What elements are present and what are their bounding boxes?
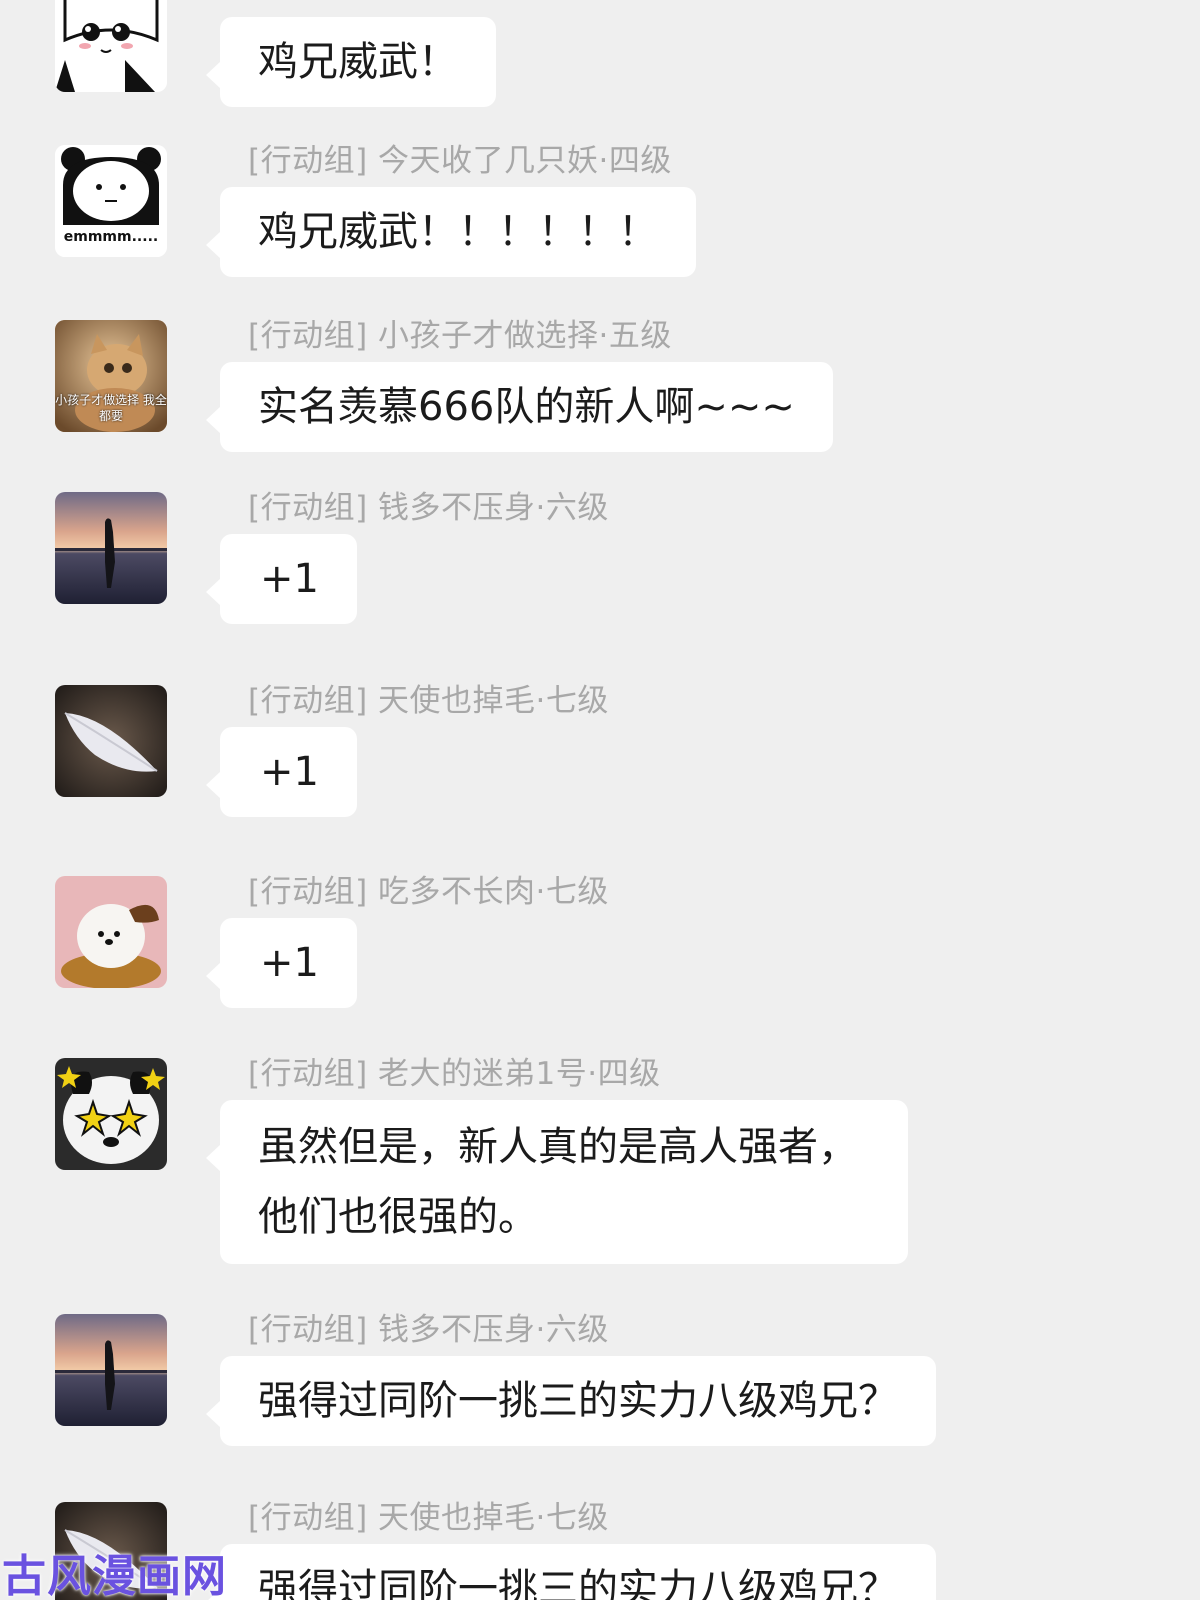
message-text: 鸡兄威武！！！！！！ xyxy=(258,209,658,255)
avatar[interactable] xyxy=(55,492,167,604)
sender-name: [行动组] 小孩子才做选择·五级 xyxy=(248,318,672,354)
avatar[interactable] xyxy=(55,876,167,988)
panda-stars-icon xyxy=(55,1058,167,1170)
avatar[interactable] xyxy=(55,0,167,92)
avatar-caption: 小孩子才做选择 我全都要 xyxy=(55,393,167,423)
feather-icon xyxy=(55,685,167,797)
message-bubble[interactable]: +1 xyxy=(206,918,357,1008)
message-text: 强得过同阶一挑三的实力八级鸡兄？ xyxy=(258,1378,898,1424)
avatar-caption: emmmm..... xyxy=(63,229,159,245)
message-text: 强得过同阶一挑三的实力八级鸡兄？ xyxy=(258,1566,898,1600)
message-bubble[interactable]: 鸡兄威武！！！！！！ xyxy=(206,187,696,277)
avatar[interactable]: emmmm..... xyxy=(55,145,167,257)
message-bubble[interactable]: 强得过同阶一挑三的实力八级鸡兄？ xyxy=(206,1356,936,1446)
sunset-silhouette-icon xyxy=(55,492,167,604)
sender-name: [行动组] 钱多不压身·六级 xyxy=(248,1312,609,1348)
sender-name: [行动组] 吃多不长肉·七级 xyxy=(248,874,609,910)
sender-name: [行动组] 钱多不压身·六级 xyxy=(248,490,609,526)
message-bubble[interactable]: 实名羡慕666队的新人啊~~~ xyxy=(206,362,833,452)
message-bubble[interactable]: 虽然但是，新人真的是高人强者， 他们也很强的。 xyxy=(206,1100,908,1264)
avatar[interactable] xyxy=(55,685,167,797)
message-bubble[interactable]: 鸡兄威武！ xyxy=(206,17,496,107)
meme-girl-icon xyxy=(55,0,167,92)
message-text-line: 虽然但是，新人真的是高人强者， xyxy=(258,1124,858,1170)
chat-screen: 鸡兄威武！ emmmm..... [行动组] 今天收了几只妖·四级 鸡兄威武！！… xyxy=(0,0,1200,1600)
avatar[interactable] xyxy=(55,1314,167,1426)
watermark: 古风漫画网 xyxy=(2,1551,227,1600)
avatar[interactable]: 小孩子才做选择 我全都要 xyxy=(55,320,167,432)
puppy-pastry-icon xyxy=(55,876,167,988)
sender-name: [行动组] 老大的迷弟1号·四级 xyxy=(248,1056,661,1092)
avatar[interactable] xyxy=(55,1058,167,1170)
sunset-silhouette-icon xyxy=(55,1314,167,1426)
message-text-line: 他们也很强的。 xyxy=(258,1194,538,1240)
message-text: +1 xyxy=(260,556,319,602)
message-text: 鸡兄威武！ xyxy=(258,39,458,85)
message-text: +1 xyxy=(260,749,319,795)
sender-name: [行动组] 天使也掉毛·七级 xyxy=(248,1500,609,1536)
message-bubble[interactable]: 强得过同阶一挑三的实力八级鸡兄？ xyxy=(206,1544,936,1600)
sender-name: [行动组] 今天收了几只妖·四级 xyxy=(248,143,672,179)
message-bubble[interactable]: +1 xyxy=(206,534,357,624)
message-bubble[interactable]: +1 xyxy=(206,727,357,817)
message-text: +1 xyxy=(260,940,319,986)
sender-name: [行动组] 天使也掉毛·七级 xyxy=(248,683,609,719)
message-text: 实名羡慕666队的新人啊~~~ xyxy=(258,384,795,430)
